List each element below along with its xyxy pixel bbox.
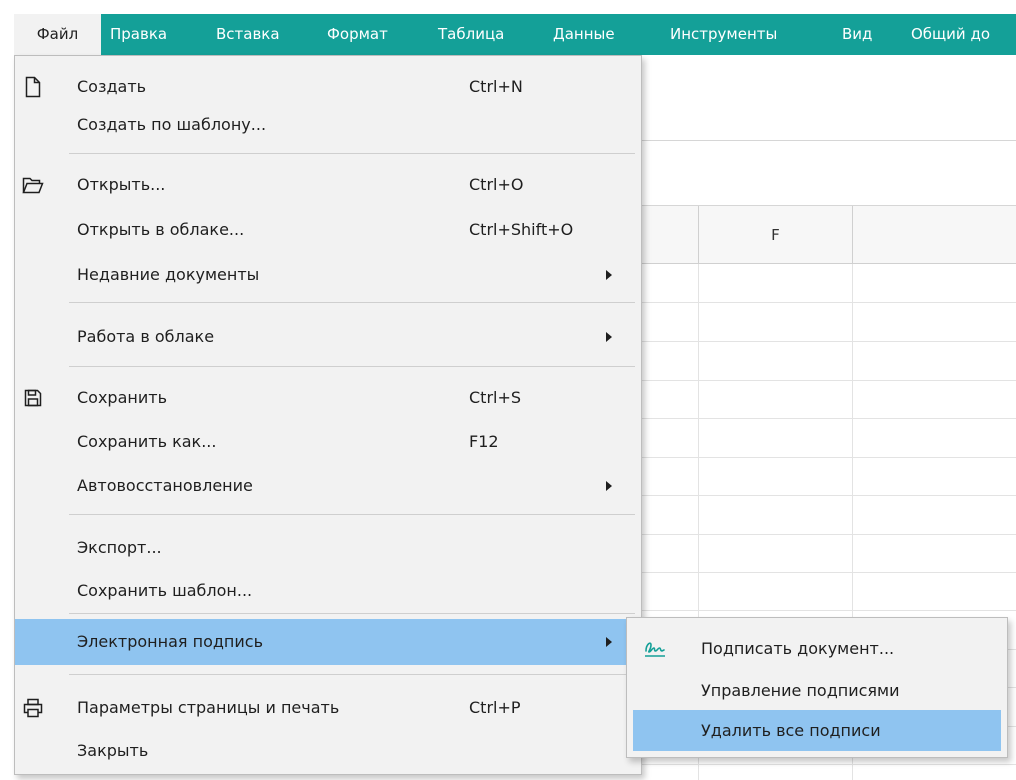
menu-item-label: Электронная подпись — [77, 632, 264, 651]
menu-item-label: Параметры страницы и печать — [77, 698, 340, 717]
column-header-g[interactable] — [853, 206, 1016, 264]
sign-document-icon — [645, 642, 665, 657]
menu-item-label: Открыть в облаке... — [77, 220, 245, 239]
menu-item-save[interactable]: Сохранить Ctrl+S — [15, 381, 641, 414]
menu-separator — [69, 302, 635, 303]
menu-item-cloud-work[interactable]: Работа в облаке — [15, 320, 641, 353]
menu-table[interactable]: Таблица — [438, 14, 504, 55]
menu-edit[interactable]: Правка — [110, 14, 167, 55]
digital-signature-submenu: Подписать документ... Управление подпися… — [626, 617, 1008, 758]
menu-format[interactable]: Формат — [327, 14, 388, 55]
menu-item-shortcut: Ctrl+P — [469, 698, 521, 717]
menu-item-export[interactable]: Экспорт... — [15, 531, 641, 564]
menu-item-page-setup-print[interactable]: Параметры страницы и печать Ctrl+P — [15, 691, 641, 724]
menu-item-shortcut: F12 — [469, 432, 499, 451]
column-header-f[interactable]: F — [699, 206, 853, 264]
menu-separator — [69, 153, 635, 154]
menu-item-label: Недавние документы — [77, 265, 260, 284]
submenu-arrow-icon — [606, 270, 612, 280]
menu-view[interactable]: Вид — [842, 14, 872, 55]
printer-icon — [23, 698, 43, 718]
menu-bar: Файл Правка Вставка Формат Таблица Данны… — [0, 0, 1016, 55]
menu-data[interactable]: Данные — [553, 14, 615, 55]
open-folder-icon — [22, 177, 44, 194]
menu-item-open[interactable]: Открыть... Ctrl+O — [15, 168, 641, 201]
menu-separator — [69, 674, 635, 675]
submenu-arrow-icon — [606, 481, 612, 491]
new-document-icon — [25, 76, 41, 98]
submenu-item-label: Удалить все подписи — [701, 721, 881, 740]
submenu-arrow-icon — [606, 637, 612, 647]
menu-item-label: Автовосстановление — [77, 476, 253, 495]
menu-item-label: Экспорт... — [77, 538, 162, 557]
menu-bar-strip: Файл Правка Вставка Формат Таблица Данны… — [14, 14, 1016, 55]
menu-item-label: Сохранить шаблон... — [77, 581, 253, 600]
menu-insert[interactable]: Вставка — [216, 14, 280, 55]
menu-item-save-as[interactable]: Сохранить как... F12 — [15, 425, 641, 458]
menu-item-shortcut: Ctrl+S — [469, 388, 522, 407]
menu-item-close[interactable]: Закрыть — [15, 734, 641, 767]
submenu-item-label: Подписать документ... — [701, 639, 895, 658]
menu-item-label: Сохранить — [77, 388, 167, 407]
menu-item-new[interactable]: Создать Ctrl+N — [15, 70, 641, 103]
submenu-item-manage-signatures[interactable]: Управление подписями — [633, 673, 1001, 709]
menu-separator — [69, 514, 635, 515]
submenu-item-remove-all-signatures[interactable]: Удалить все подписи — [633, 710, 1001, 751]
menu-item-open-cloud[interactable]: Открыть в облаке... Ctrl+Shift+O — [15, 213, 641, 246]
menu-item-label: Работа в облаке — [77, 327, 215, 346]
menu-tools[interactable]: Инструменты — [670, 14, 777, 55]
menu-sharing[interactable]: Общий до — [911, 14, 990, 55]
menu-file[interactable]: Файл — [14, 14, 101, 55]
submenu-item-sign-document[interactable]: Подписать документ... — [633, 631, 1001, 667]
menu-separator — [69, 366, 635, 367]
submenu-arrow-icon — [606, 332, 612, 342]
menu-item-shortcut: Ctrl+N — [469, 77, 523, 96]
menu-item-shortcut: Ctrl+O — [469, 175, 524, 194]
menu-item-label: Открыть... — [77, 175, 166, 194]
menu-item-label: Создать — [77, 77, 147, 96]
submenu-item-label: Управление подписями — [701, 681, 900, 700]
menu-item-label: Сохранить как... — [77, 432, 217, 451]
menu-item-label: Создать по шаблону... — [77, 115, 267, 134]
menu-item-autorecovery[interactable]: Автовосстановление — [15, 469, 641, 502]
menu-item-recent[interactable]: Недавние документы — [15, 258, 641, 291]
menu-item-new-from-template[interactable]: Создать по шаблону... — [15, 108, 641, 141]
menu-item-save-template[interactable]: Сохранить шаблон... — [15, 574, 641, 607]
menu-item-digital-signature[interactable]: Электронная подпись — [15, 619, 641, 665]
menu-item-shortcut: Ctrl+Shift+O — [469, 220, 574, 239]
menu-item-label: Закрыть — [77, 741, 149, 760]
file-menu: Создать Ctrl+N Создать по шаблону... Отк… — [14, 55, 642, 775]
save-icon — [24, 389, 42, 407]
menu-separator — [69, 613, 635, 614]
